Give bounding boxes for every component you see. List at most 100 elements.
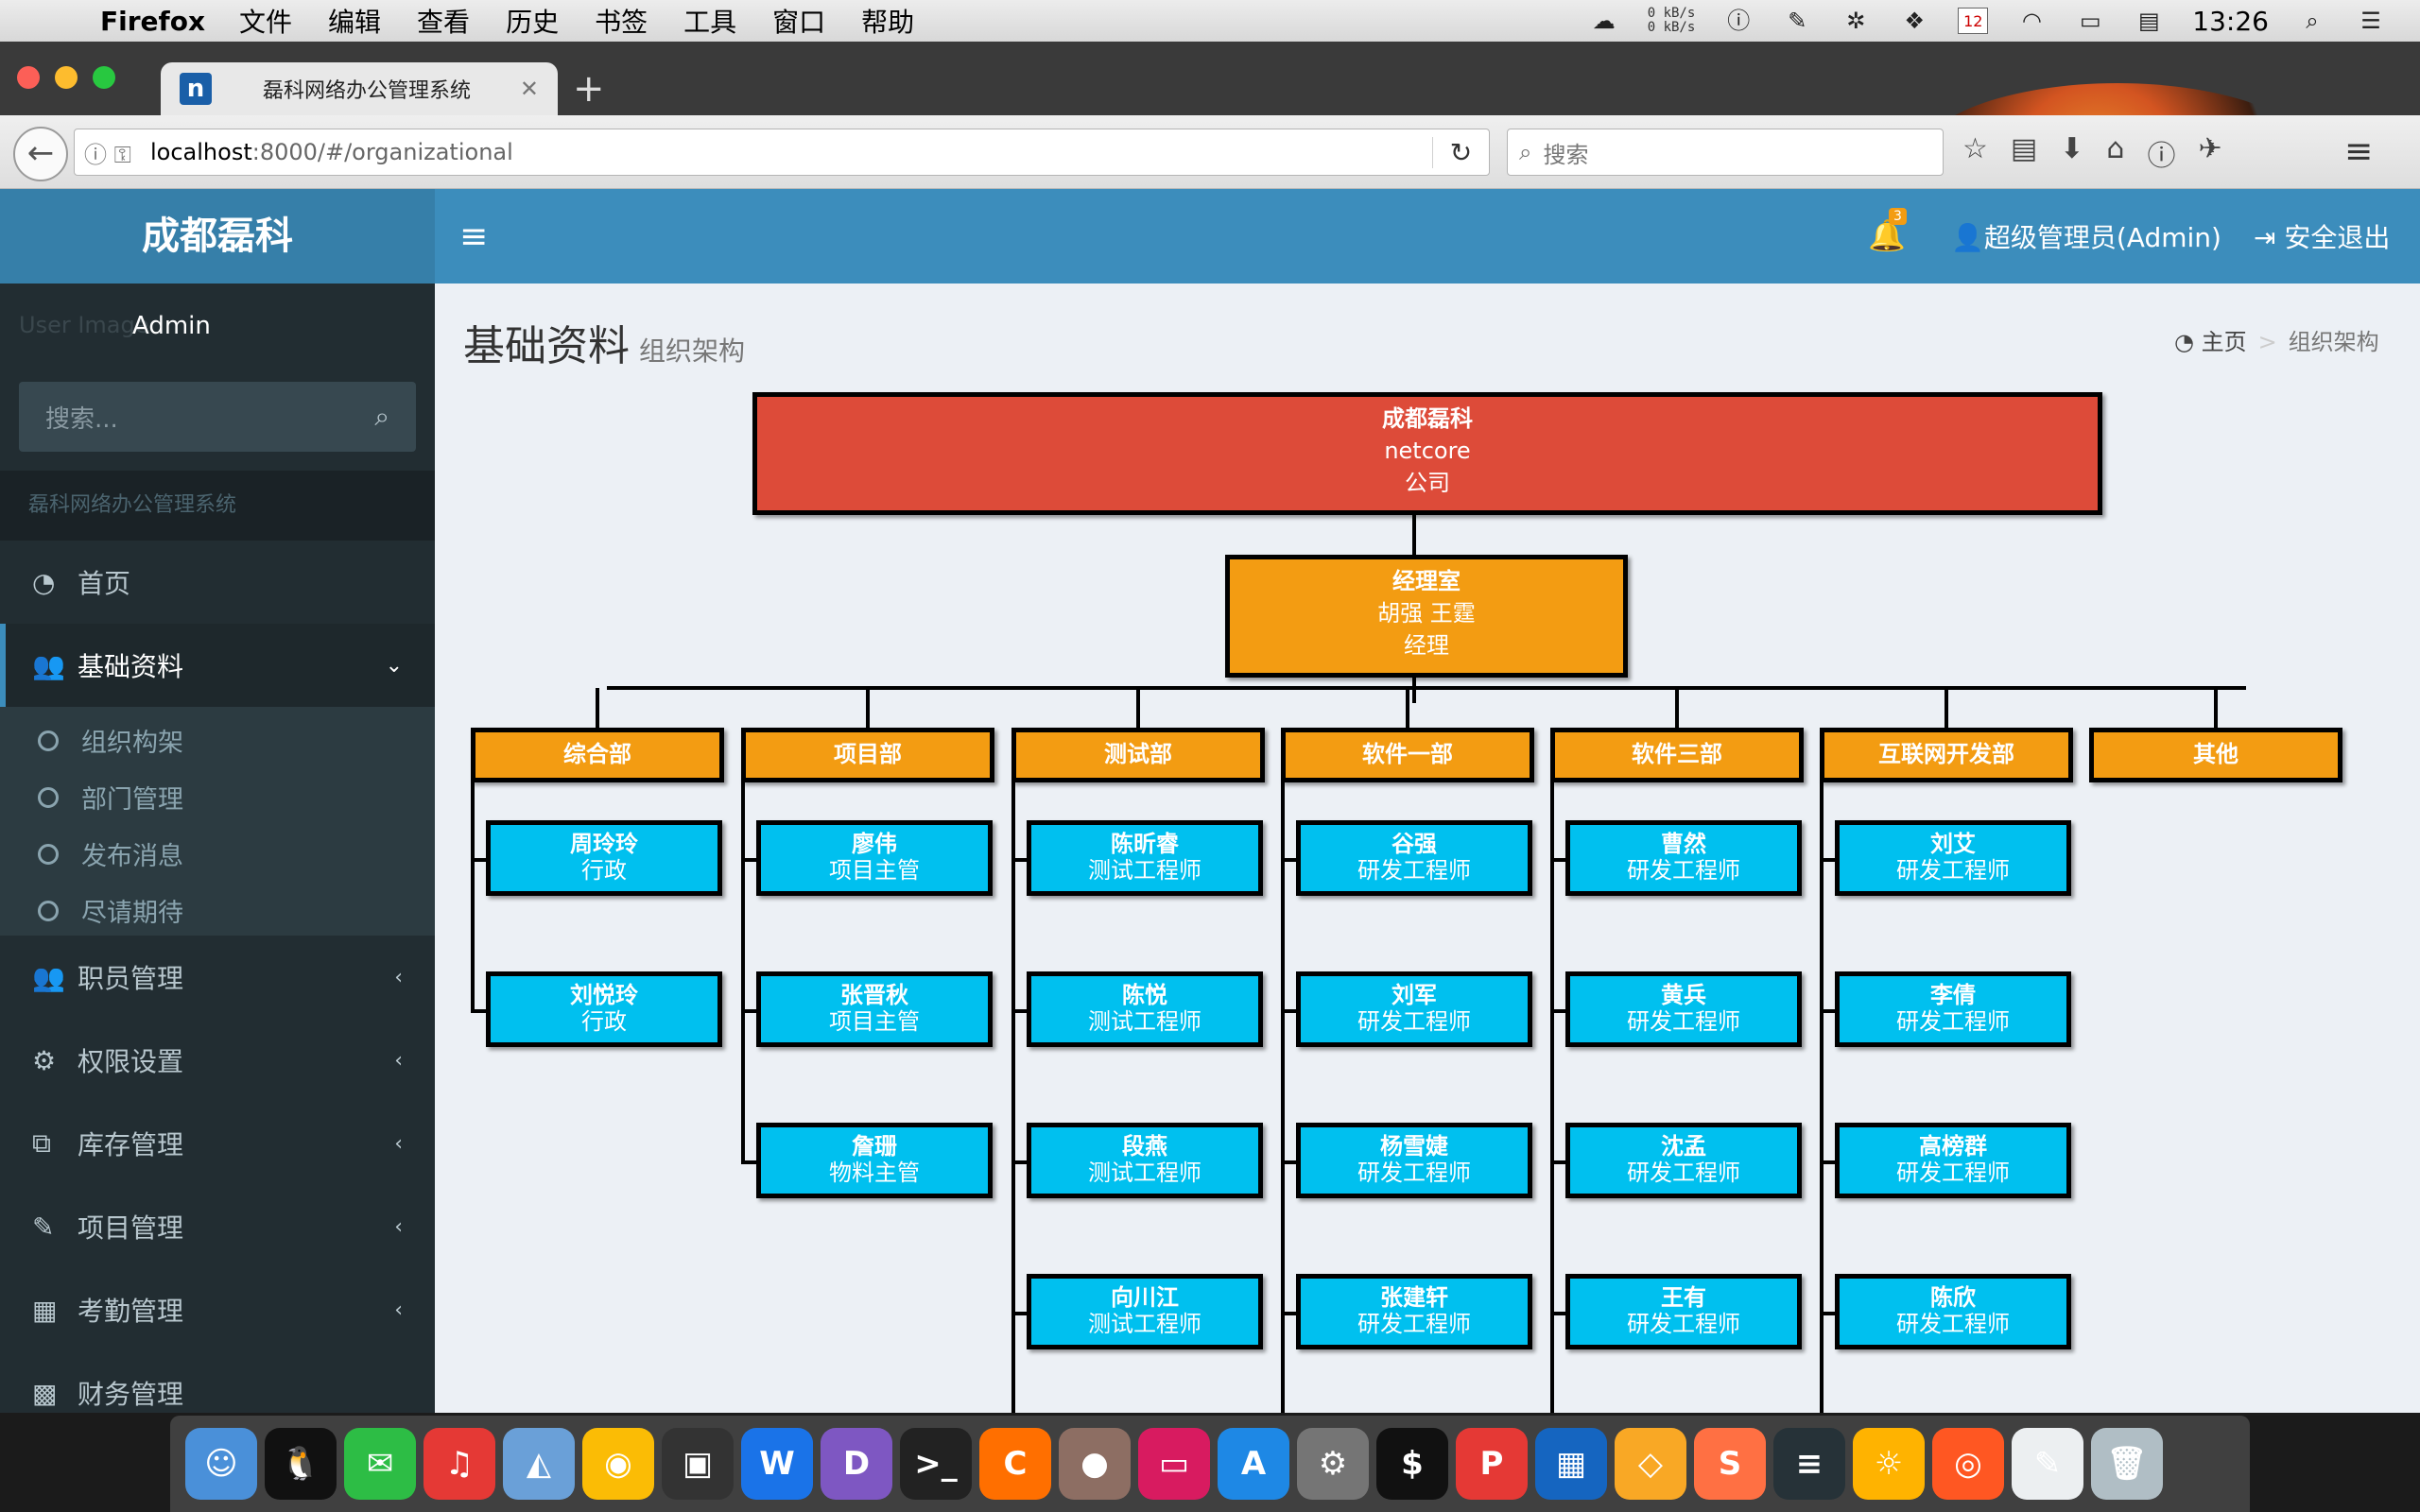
browser-tab[interactable]: n 磊科网络办公管理系统 ✕ bbox=[161, 62, 558, 115]
display-icon[interactable]: ▭ bbox=[1138, 1428, 1210, 1500]
back-button[interactable]: ← bbox=[13, 127, 68, 181]
wechat-icon[interactable]: ✉ bbox=[344, 1428, 416, 1500]
org-node-employee[interactable]: 李倩 研发工程师 bbox=[1835, 971, 2071, 1047]
calendar-icon[interactable]: 12 bbox=[1958, 8, 1989, 34]
org-node-employee[interactable]: 周玲玲 行政 bbox=[486, 820, 722, 896]
script-icon[interactable]: ≡ bbox=[1773, 1428, 1845, 1500]
menu-view[interactable]: 查看 bbox=[417, 2, 470, 40]
org-node-employee[interactable]: 向川江 测试工程师 bbox=[1027, 1274, 1263, 1349]
notification-center-icon[interactable]: ☰ bbox=[2356, 8, 2386, 34]
org-node-employee[interactable]: 段燕 测试工程师 bbox=[1027, 1123, 1263, 1198]
wifi-icon[interactable]: ◠ bbox=[2016, 8, 2047, 34]
pen-icon[interactable]: ✎ bbox=[1782, 8, 1812, 34]
org-node-employee[interactable]: 张晋秋 项目主管 bbox=[756, 971, 993, 1047]
org-node-employee[interactable]: 刘艾 研发工程师 bbox=[1835, 820, 2071, 896]
app-store-icon[interactable]: A bbox=[1218, 1428, 1289, 1500]
new-tab-button[interactable]: + bbox=[573, 70, 605, 108]
org-node-employee[interactable]: 沈孟 研发工程师 bbox=[1565, 1123, 1802, 1198]
sublime-text-icon[interactable]: S bbox=[1694, 1428, 1766, 1500]
hat-icon[interactable]: ☁ bbox=[1589, 8, 1619, 34]
menu-history[interactable]: 历史 bbox=[506, 2, 559, 40]
terminal-icon[interactable]: >_ bbox=[900, 1428, 972, 1500]
chrome-icon[interactable]: ◉ bbox=[582, 1428, 654, 1500]
org-node-employee[interactable]: 高榜群 研发工程师 bbox=[1835, 1123, 2071, 1198]
org-node-department[interactable]: 软件一部 bbox=[1281, 728, 1534, 782]
grid-app-icon[interactable]: ▦ bbox=[1535, 1428, 1607, 1500]
org-node-employee[interactable]: 陈欣 研发工程师 bbox=[1835, 1274, 2071, 1349]
code-editor-icon[interactable]: ▣ bbox=[662, 1428, 734, 1500]
menu-file[interactable]: 文件 bbox=[239, 2, 292, 40]
org-node-employee[interactable]: 王有 研发工程师 bbox=[1565, 1274, 1802, 1349]
satellite-extension-icon[interactable]: ✈ bbox=[2198, 132, 2221, 174]
system-preferences-icon[interactable]: ⚙ bbox=[1297, 1428, 1369, 1500]
site-info-icon[interactable]: ⓘ ⚿ bbox=[84, 136, 150, 169]
pattern-icon[interactable]: ✲ bbox=[1841, 8, 1871, 34]
org-node-employee[interactable]: 曹然 研发工程师 bbox=[1565, 820, 1802, 896]
browser-menu-icon[interactable]: ≡ bbox=[2344, 132, 2373, 171]
org-node-department[interactable]: 软件三部 bbox=[1550, 728, 1804, 782]
menu-help[interactable]: 帮助 bbox=[861, 2, 914, 40]
reload-icon[interactable]: ↻ bbox=[1432, 136, 1489, 168]
menu-window[interactable]: 窗口 bbox=[772, 2, 825, 40]
cake-icon[interactable]: ● bbox=[1059, 1428, 1131, 1500]
menu-bookmarks[interactable]: 书签 bbox=[595, 2, 648, 40]
org-node-company[interactable]: 成都磊科 netcore 公司 bbox=[752, 392, 2102, 515]
org-node-department[interactable]: 测试部 bbox=[1011, 728, 1265, 782]
textedit-icon[interactable]: ✎ bbox=[2012, 1428, 2083, 1500]
app-menu-firefox[interactable]: Firefox bbox=[100, 6, 205, 37]
org-node-department[interactable]: 互联网开发部 bbox=[1820, 728, 2073, 782]
qq-icon[interactable]: 🐧 bbox=[265, 1428, 337, 1500]
reading-list-icon[interactable]: ▤ bbox=[2011, 132, 2037, 174]
balloon-icon[interactable]: ☼ bbox=[1853, 1428, 1925, 1500]
org-node-employee[interactable]: 刘悦玲 行政 bbox=[486, 971, 722, 1047]
finder-icon[interactable]: ☺ bbox=[185, 1428, 257, 1500]
firefox-icon[interactable]: ◎ bbox=[1932, 1428, 2004, 1500]
clion-icon[interactable]: C bbox=[979, 1428, 1051, 1500]
dropbox-icon[interactable]: ❖ bbox=[1899, 8, 1929, 34]
sketch-icon[interactable]: ◇ bbox=[1615, 1428, 1686, 1500]
org-node-employee[interactable]: 黄兵 研发工程师 bbox=[1565, 971, 1802, 1047]
pdf-icon[interactable]: P bbox=[1456, 1428, 1528, 1500]
netease-music-icon[interactable]: ♫ bbox=[424, 1428, 495, 1500]
clock[interactable]: 13:26 bbox=[2192, 6, 2269, 37]
trash-icon[interactable]: 🗑 bbox=[2091, 1428, 2163, 1500]
url-text[interactable]: localhost:8000/#/organizational bbox=[150, 139, 1432, 165]
connector-line bbox=[1281, 858, 1296, 862]
org-node-employee[interactable]: 刘军 研发工程师 bbox=[1296, 971, 1532, 1047]
org-node-employee[interactable]: 杨雪婕 研发工程师 bbox=[1296, 1123, 1532, 1198]
browser-search-input[interactable]: ⌕ 搜索 bbox=[1507, 129, 1944, 176]
connector-line bbox=[1011, 782, 1015, 1413]
org-node-department[interactable]: 项目部 bbox=[741, 728, 994, 782]
menu-edit[interactable]: 编辑 bbox=[328, 2, 381, 40]
org-node-employee[interactable]: 陈昕睿 测试工程师 bbox=[1027, 820, 1263, 896]
spotlight-search-icon[interactable]: ⌕ bbox=[2297, 8, 2327, 34]
window-zoom-button[interactable] bbox=[93, 66, 115, 89]
download-icon[interactable]: ⬇ bbox=[2060, 132, 2083, 174]
org-node-employee[interactable]: 陈悦 测试工程师 bbox=[1027, 971, 1263, 1047]
window-close-button[interactable] bbox=[17, 66, 40, 89]
tab-close-icon[interactable]: ✕ bbox=[520, 76, 539, 102]
webstorm-icon[interactable]: W bbox=[741, 1428, 813, 1500]
org-node-employee[interactable]: 廖伟 项目主管 bbox=[756, 820, 993, 896]
iterm-icon[interactable]: $ bbox=[1376, 1428, 1448, 1500]
org-node-employee[interactable]: 谷强 研发工程师 bbox=[1296, 820, 1532, 896]
battery-icon[interactable]: ▭ bbox=[2075, 8, 2105, 34]
menu-tools[interactable]: 工具 bbox=[683, 2, 736, 40]
org-node-employee[interactable]: 张建轩 研发工程师 bbox=[1296, 1274, 1532, 1349]
connector-line bbox=[1820, 858, 1835, 862]
org-node-manager-office[interactable]: 经理室 胡强 王霆 经理 bbox=[1225, 555, 1628, 678]
password-icon[interactable]: ⓘ bbox=[1723, 8, 1754, 34]
url-bar[interactable]: ⓘ ⚿ localhost:8000/#/organizational ↻ bbox=[74, 129, 1490, 176]
extension-icon[interactable]: ⓘ bbox=[2147, 132, 2175, 174]
org-node-department[interactable]: 其他 bbox=[2089, 728, 2342, 782]
org-node-employee[interactable]: 詹珊 物料主管 bbox=[756, 1123, 993, 1198]
window-minimize-button[interactable] bbox=[55, 66, 78, 89]
node-line: 项目主管 bbox=[829, 857, 920, 884]
preview-icon[interactable]: ◭ bbox=[503, 1428, 575, 1500]
home-icon[interactable]: ⌂ bbox=[2106, 132, 2124, 174]
node-line: 互联网开发部 bbox=[1878, 741, 2014, 767]
bookmark-star-icon[interactable]: ☆ bbox=[1962, 132, 1988, 174]
dash-icon[interactable]: D bbox=[821, 1428, 892, 1500]
flag-icon[interactable]: ▤ bbox=[2134, 8, 2164, 34]
org-node-department[interactable]: 综合部 bbox=[471, 728, 724, 782]
